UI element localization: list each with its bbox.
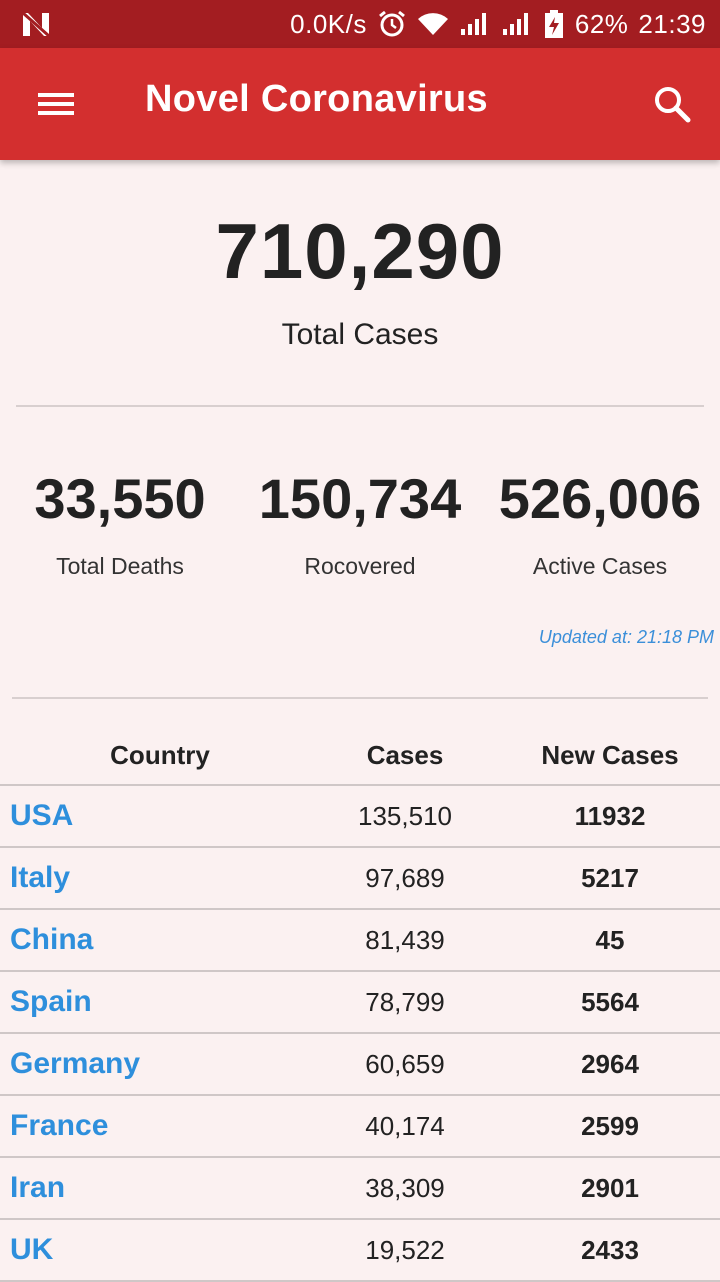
cases-cell: 38,309 [365,1172,445,1203]
search-icon[interactable] [648,80,696,128]
cases-cell: 60,659 [365,1048,445,1079]
cases-cell: 78,799 [365,986,445,1017]
new-cases-cell: 5564 [581,986,639,1017]
cases-cell: 97,689 [365,862,445,893]
divider [16,405,704,407]
table-row[interactable]: USA 135,510 11932 [0,786,720,848]
country-link[interactable]: USA [0,799,310,833]
divider [12,697,708,699]
table-row[interactable]: Germany 60,659 2964 [0,1034,720,1096]
notification-n-icon [22,11,50,38]
country-link[interactable]: UK [0,1233,310,1267]
table-row[interactable]: France 40,174 2599 [0,1096,720,1158]
active-stat: 526,006 Active Cases [480,466,720,580]
new-cases-cell: 2964 [581,1048,639,1079]
table-row[interactable]: Iran 38,309 2901 [0,1158,720,1220]
new-cases-cell: 2433 [581,1234,639,1265]
wifi-icon [417,13,448,36]
table-row[interactable]: Spain 78,799 5564 [0,972,720,1034]
battery-charging-icon [544,10,563,38]
header-new-cases: New Cases [541,739,679,770]
cases-cell: 81,439 [365,924,445,955]
status-bar: 0.0K/s 62% 21:39 [0,0,720,48]
total-cases-value: 710,290 [215,207,505,295]
header-cases: Cases [366,739,444,770]
app-title: Novel Coronavirus [145,78,488,120]
signal-icon [502,13,528,35]
country-link[interactable]: Spain [0,985,310,1019]
battery-percent: 62% [574,8,629,39]
signal-icon [460,13,486,35]
updated-timestamp: Updated at: 21:18 PM [538,627,714,647]
total-cases-label: Total Cases [281,318,439,351]
deaths-stat: 33,550 Total Deaths [0,466,240,580]
app-bar: Novel Coronavirus [0,48,720,160]
table-header: Country Cases New Cases [0,726,720,786]
new-cases-cell: 2599 [581,1110,639,1141]
country-link[interactable]: France [0,1109,310,1143]
recovered-stat: 150,734 Rocovered [240,466,480,580]
active-value: 526,006 [498,467,702,530]
recovered-value: 150,734 [258,467,462,530]
new-cases-cell: 11932 [574,800,646,831]
table-row[interactable]: UK 19,522 2433 [0,1220,720,1282]
country-link[interactable]: Iran [0,1171,310,1205]
network-speed: 0.0K/s [290,8,367,39]
clock: 21:39 [638,8,706,39]
cases-cell: 135,510 [358,800,452,831]
deaths-label: Total Deaths [56,553,184,579]
alarm-icon [378,10,405,37]
new-cases-cell: 2901 [581,1172,639,1203]
new-cases-cell: 5217 [581,862,639,893]
menu-icon[interactable] [28,82,84,126]
new-cases-cell: 45 [595,924,625,955]
country-link[interactable]: Italy [0,861,310,895]
active-label: Active Cases [532,553,668,579]
country-link[interactable]: Germany [0,1047,310,1081]
country-link[interactable]: China [0,923,310,957]
header-country: Country [110,739,210,770]
cases-cell: 40,174 [365,1110,445,1141]
table-row[interactable]: China 81,439 45 [0,910,720,972]
deaths-value: 33,550 [34,467,206,530]
recovered-label: Rocovered [304,553,416,579]
country-table: Country Cases New Cases USA 135,510 1193… [0,726,720,1282]
cases-cell: 19,522 [365,1234,445,1265]
table-row[interactable]: Italy 97,689 5217 [0,848,720,910]
